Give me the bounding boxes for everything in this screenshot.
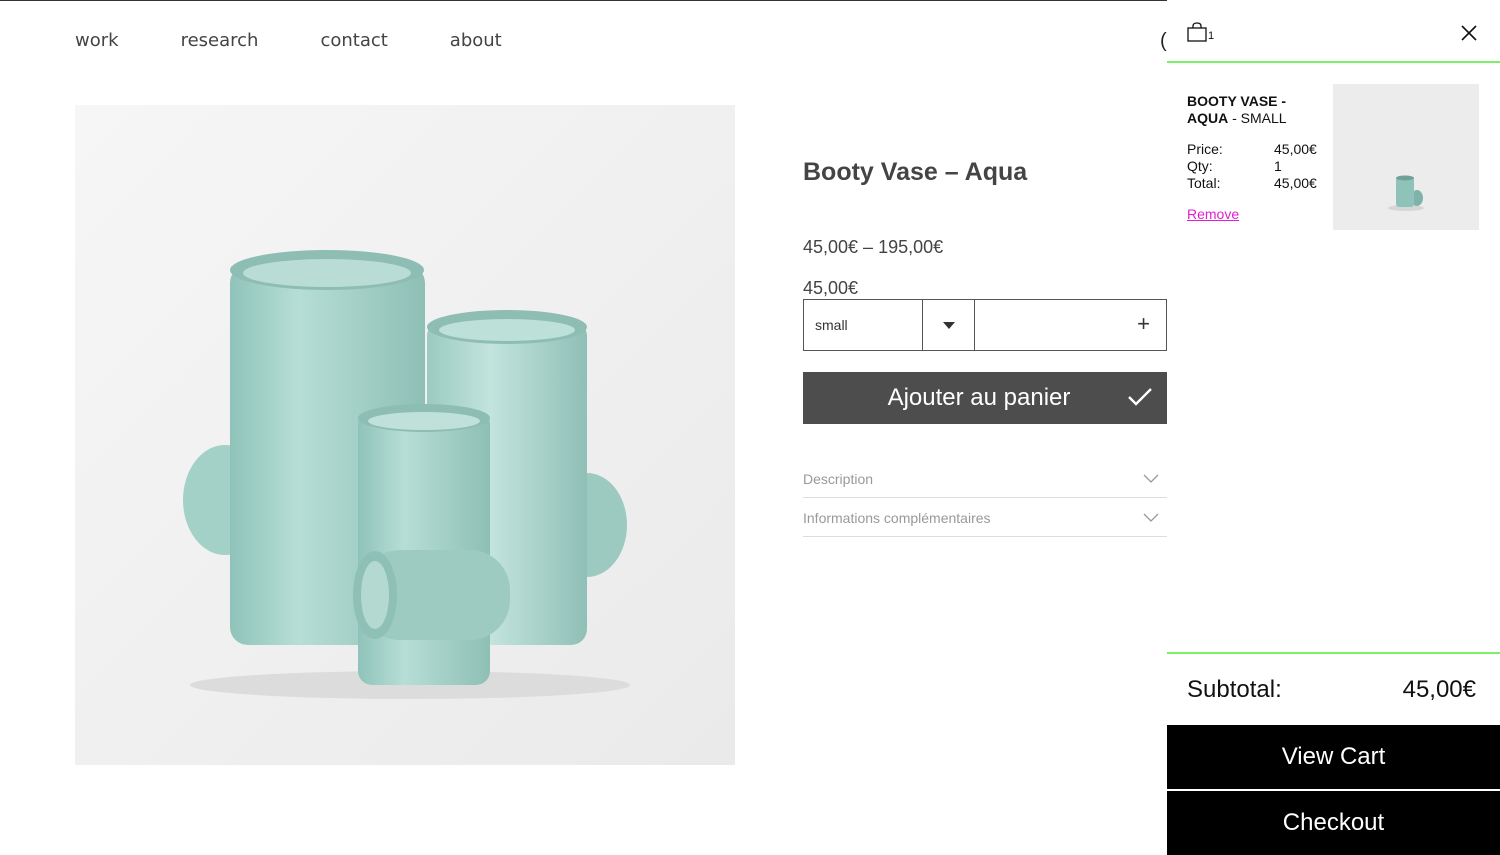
cart-item-details: Price: 45,00€ Qty: 1 Total: 45,00€ [1187, 141, 1320, 192]
add-to-cart-button[interactable]: Ajouter au panier [803, 372, 1167, 424]
check-icon [1128, 388, 1152, 406]
vase-thumbnail [1333, 84, 1479, 230]
cart-item-price-row: Price: 45,00€ [1187, 141, 1320, 158]
cart-header: 1 [1167, 0, 1500, 63]
vase-illustration [75, 105, 735, 765]
cart-item-total-row: Total: 45,00€ [1187, 175, 1320, 192]
cart-drawer: 1 BOOTY VASE - AQUA - SMALL Price: 45,00… [1167, 0, 1500, 855]
checkout-button[interactable]: Checkout [1167, 791, 1500, 855]
product-image [75, 105, 735, 765]
size-select-value: small [815, 317, 848, 333]
main-nav: work research contact about [75, 30, 564, 51]
quantity-field[interactable]: + [975, 299, 1167, 351]
cart-count: 1 [1208, 30, 1215, 42]
chevron-down-icon [1143, 474, 1159, 483]
shopping-bag-icon[interactable] [1187, 22, 1207, 42]
checkout-label: Checkout [1282, 809, 1385, 836]
close-icon[interactable] [1460, 24, 1478, 42]
subtotal-value: 45,00€ [1402, 676, 1476, 703]
price-range: 45,00€ – 195,00€ [803, 237, 944, 257]
accordion-description-label: Description [803, 470, 874, 487]
qty-label: Qty: [1187, 158, 1213, 174]
nav-item-contact[interactable]: contact [320, 30, 387, 51]
nav-partial-glyph: ( [1160, 30, 1167, 52]
caret-down-icon [942, 321, 955, 329]
total-label: Total: [1187, 175, 1221, 191]
price-value: 45,00€ [1274, 141, 1317, 157]
view-cart-button[interactable]: View Cart [1167, 725, 1500, 789]
size-select-toggle[interactable] [923, 299, 975, 351]
product-title: Booty Vase – Aqua [803, 158, 1028, 186]
view-cart-label: View Cart [1281, 743, 1386, 770]
remove-item-link[interactable]: Remove [1187, 206, 1239, 222]
current-price: 45,00€ [803, 278, 859, 298]
subtotal-label: Subtotal: [1187, 676, 1282, 703]
cart-item-name: BOOTY VASE - AQUA - SMALL [1187, 93, 1317, 127]
nav-item-work[interactable]: work [75, 30, 119, 51]
cart-item-qty-row: Qty: 1 [1187, 158, 1320, 175]
total-value: 45,00€ [1274, 175, 1317, 191]
price-label: Price: [1187, 141, 1223, 157]
cart-item-variant: - SMALL [1228, 110, 1287, 126]
accordion-description[interactable]: Description [803, 460, 1167, 498]
cart-item-thumbnail[interactable] [1333, 84, 1479, 230]
accordion-additional-info[interactable]: Informations complémentaires [803, 499, 1167, 537]
chevron-down-icon [1143, 513, 1159, 522]
plus-icon[interactable]: + [1137, 313, 1150, 335]
qty-value: 1 [1274, 158, 1282, 174]
size-select[interactable]: small [803, 299, 923, 351]
accordion-additional-info-label: Informations complémentaires [803, 509, 991, 526]
add-to-cart-label: Ajouter au panier [887, 384, 1071, 411]
nav-item-about[interactable]: about [450, 30, 502, 51]
nav-item-research[interactable]: research [181, 30, 259, 51]
cart-footer-divider [1167, 652, 1500, 654]
variant-controls: small + [803, 299, 1167, 351]
